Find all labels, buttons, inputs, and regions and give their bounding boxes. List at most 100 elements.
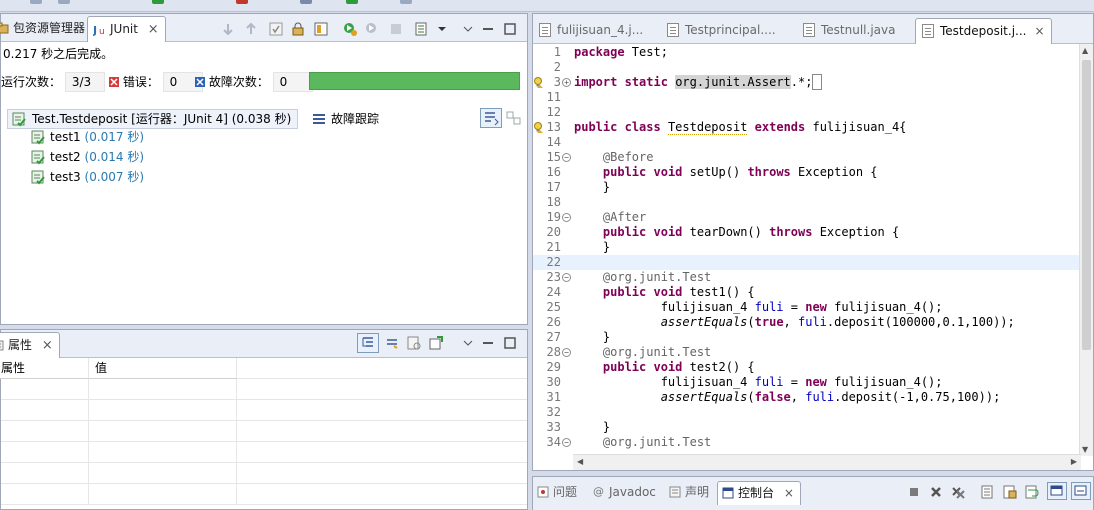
scroll-right-icon[interactable]: ▶ — [1071, 457, 1077, 466]
failures-only-icon[interactable] — [269, 22, 283, 36]
scroll-lock-icon[interactable] — [1003, 485, 1017, 499]
view-menu-icon[interactable] — [461, 336, 475, 350]
stop-icon[interactable] — [389, 22, 403, 36]
code-line: 33 } — [533, 420, 1081, 435]
maximize-icon[interactable] — [503, 22, 517, 36]
toolbar-icon[interactable] — [58, 0, 70, 4]
line-number: 13 — [546, 120, 561, 134]
minimize-icon[interactable] — [481, 336, 495, 350]
line-number: 19 — [546, 210, 561, 224]
scroll-lock-icon[interactable] — [291, 22, 305, 36]
test-passed-icon — [31, 170, 45, 185]
filter-icon[interactable] — [407, 336, 421, 350]
chevron-down-icon[interactable] — [435, 22, 449, 36]
line-number: 23 — [546, 270, 561, 284]
show-categories-button[interactable] — [357, 333, 379, 353]
toolbar-icon[interactable] — [30, 0, 42, 4]
filter-trace-button[interactable] — [480, 108, 502, 128]
problems-icon — [537, 486, 549, 498]
test-node-test3[interactable]: test3 (0.007 秒) — [31, 168, 144, 186]
toolbar-icon[interactable] — [400, 0, 412, 4]
filter-stack-icon — [485, 112, 499, 126]
java-file-icon — [803, 23, 815, 37]
minimize-icon[interactable] — [481, 22, 495, 36]
test-time: (0.014 秒) — [84, 150, 145, 164]
line-number: 18 — [546, 195, 561, 209]
next-failure-icon[interactable] — [221, 22, 235, 36]
close-icon[interactable]: × — [42, 334, 53, 358]
test-node-test1[interactable]: test1 (0.017 秒) — [31, 128, 144, 146]
test-suite-node[interactable]: Test.Testdeposit [运行器：JUnit 4] (0.038 秒) — [7, 109, 299, 129]
close-icon[interactable]: × — [148, 18, 159, 42]
properties-table: 属性 值 — [0, 358, 527, 505]
collapse-fold-icon[interactable]: − — [562, 153, 571, 162]
compare-results-icon[interactable] — [506, 110, 522, 126]
line-code: } — [574, 240, 611, 254]
collapse-fold-icon[interactable]: − — [562, 273, 571, 282]
tab-package-explorer[interactable]: 包资源管理器 — [0, 16, 91, 42]
tab-label: Testprincipal.... — [685, 23, 776, 37]
expand-fold-icon[interactable]: + — [562, 78, 571, 87]
tab-javadoc[interactable]: @ Javadoc — [589, 481, 662, 505]
restore-default-icon[interactable] — [429, 336, 443, 350]
editor-tab-testnull[interactable]: Testnull.java — [797, 18, 901, 44]
junit-icon: Ju — [93, 24, 105, 36]
collapse-fold-icon[interactable]: − — [562, 438, 571, 447]
layout-icon[interactable] — [314, 22, 328, 36]
editor-vertical-scrollbar[interactable]: ▲ ▼ — [1079, 44, 1093, 456]
scroll-left-icon[interactable]: ◀ — [577, 457, 583, 466]
display-console-button[interactable] — [1071, 482, 1091, 500]
run-icon[interactable] — [152, 0, 164, 4]
code-line: 12 — [533, 105, 1081, 120]
tab-console[interactable]: 控制台 × — [717, 481, 801, 505]
close-icon[interactable]: × — [784, 486, 794, 500]
clear-console-icon[interactable] — [981, 485, 995, 499]
test-passed-icon — [31, 150, 45, 165]
line-code: @Before — [574, 150, 654, 164]
pin-console-button[interactable] — [1047, 482, 1067, 500]
properties-icon — [0, 340, 4, 351]
collapse-fold-icon[interactable]: − — [562, 213, 571, 222]
tab-junit[interactable]: Ju JUnit × — [87, 16, 166, 42]
toolbar-icon[interactable] — [300, 0, 312, 4]
editor-horizontal-scrollbar[interactable]: ◀ ▶ — [573, 454, 1081, 470]
tab-label: Javadoc — [609, 485, 656, 499]
previous-failure-icon[interactable] — [244, 22, 258, 36]
line-number: 3 — [553, 75, 561, 89]
code-area[interactable]: 1 package Test; 2 3 + import static org.jun… — [533, 44, 1081, 456]
property-column-header[interactable]: 属性 — [0, 358, 89, 379]
current-code-line: 22 — [533, 255, 1081, 270]
remove-launch-icon[interactable] — [929, 485, 943, 499]
scroll-up-icon[interactable]: ▲ — [1082, 46, 1088, 55]
editor-tab-testprincipal[interactable]: Testprincipal.... — [661, 18, 782, 44]
remove-all-icon[interactable] — [951, 485, 965, 499]
toolbar-icon[interactable] — [346, 0, 358, 4]
debug-icon[interactable] — [236, 0, 248, 4]
view-menu-icon[interactable] — [461, 22, 475, 36]
table-row — [1, 421, 527, 442]
show-advanced-icon[interactable] — [385, 336, 399, 350]
terminate-icon[interactable] — [907, 485, 921, 499]
scrollbar-thumb[interactable] — [1082, 60, 1091, 350]
tab-properties[interactable]: 属性 × — [0, 332, 60, 358]
rerun-test-icon[interactable] — [343, 22, 357, 36]
maximize-icon[interactable] — [503, 336, 517, 350]
collapse-fold-icon[interactable]: − — [562, 348, 571, 357]
code-line: 3 + import static org.junit.Assert.*; — [533, 74, 1081, 90]
close-icon[interactable]: × — [1034, 24, 1044, 38]
value-column-header[interactable]: 值 — [89, 358, 237, 379]
rerun-failed-icon[interactable] — [365, 22, 379, 36]
code-line: 14 — [533, 135, 1081, 150]
code-line: 20 public void tearDown() throws Excepti… — [533, 225, 1081, 240]
test-node-test2[interactable]: test2 (0.014 秒) — [31, 148, 144, 166]
editor-tab-fulijisuan[interactable]: fulijisuan_4.j... — [533, 18, 649, 44]
editor-tabbar: fulijisuan_4.j... Testprincipal.... Test… — [533, 14, 1093, 44]
scroll-down-icon[interactable]: ▼ — [1082, 445, 1088, 454]
test-time: (0.017 秒) — [84, 130, 145, 144]
tab-label: Testnull.java — [821, 23, 896, 37]
word-wrap-icon[interactable] — [1025, 485, 1039, 499]
editor-tab-testdeposit[interactable]: Testdeposit.j... × — [915, 18, 1052, 44]
tab-problems[interactable]: 问题 — [533, 481, 583, 505]
history-icon[interactable] — [415, 22, 429, 36]
tab-declaration[interactable]: 声明 — [665, 481, 715, 505]
